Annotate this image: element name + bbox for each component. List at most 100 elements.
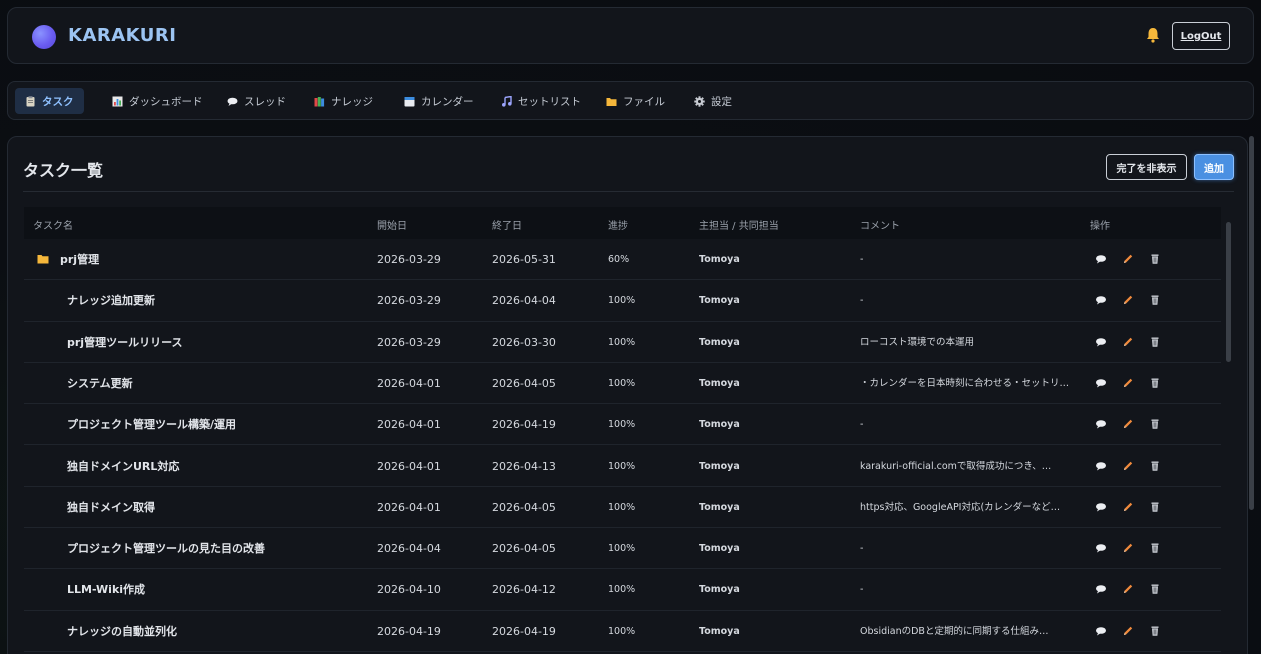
hide-completed-button[interactable]: 完了を非表示 [1106, 154, 1187, 180]
add-task-button[interactable]: 追加 [1194, 154, 1234, 180]
table-row[interactable]: 独自ドメインURL対応 2026-04-01 2026-04-13 100% Tomoy… [24, 446, 1221, 487]
delete-icon[interactable] [1149, 294, 1161, 306]
column-header-assignee[interactable]: 主担当 / 共同担当 [699, 217, 779, 232]
tab-threads[interactable]: スレッド [217, 88, 296, 114]
edit-icon[interactable] [1122, 418, 1134, 430]
task-name[interactable]: システム更新 [67, 363, 367, 404]
edit-icon[interactable] [1122, 336, 1134, 348]
delete-icon[interactable] [1149, 377, 1161, 389]
progress-value: 100% [608, 419, 636, 431]
comment-icon[interactable] [1095, 336, 1107, 348]
task-name[interactable]: LLM-Wiki作成 [67, 569, 367, 610]
table-row[interactable]: prj管理ツールリリース 2026-03-29 2026-03-30 100% Tomo… [24, 322, 1221, 363]
page-scrollbar[interactable] [1249, 136, 1254, 510]
comment: - [860, 584, 864, 596]
comment: - [860, 419, 864, 431]
tab-dashboard[interactable]: ダッシュボード [102, 88, 213, 114]
delete-icon[interactable] [1149, 583, 1161, 595]
table-row[interactable]: ナレッジの自動並列化 2026-04-19 2026-04-19 100% Tomoya… [24, 611, 1221, 652]
table-scrollbar[interactable] [1226, 222, 1231, 362]
column-header-actions: 操作 [1090, 221, 1110, 232]
calendar-icon [404, 96, 415, 106]
table-row[interactable]: ナレッジ追加更新 2026-03-29 2026-04-04 100% Tomoya - [24, 280, 1221, 322]
logout-button[interactable]: LogOut [1172, 22, 1230, 50]
task-name[interactable]: 独自ドメインURL対応 [67, 446, 367, 487]
comment: - [860, 254, 864, 265]
task-name[interactable]: prj管理 [60, 239, 360, 280]
folder-icon[interactable] [37, 254, 49, 264]
column-header-start-date[interactable]: 開始日 [377, 217, 407, 232]
table-row[interactable]: システム更新 2026-04-01 2026-04-05 100% Tomoya ・カレン… [24, 363, 1221, 405]
end-date: 2026-04-19 [492, 418, 556, 432]
comment-icon[interactable] [1095, 377, 1107, 389]
comment-icon[interactable] [1095, 501, 1107, 513]
edit-icon[interactable] [1122, 583, 1134, 595]
edit-icon[interactable] [1122, 294, 1134, 306]
delete-icon[interactable] [1149, 253, 1161, 265]
task-name[interactable]: ナレッジ追加更新 [67, 280, 367, 321]
comment-icon[interactable] [1095, 460, 1107, 472]
tab-setlist[interactable]: セットリスト [491, 88, 591, 114]
edit-icon[interactable] [1122, 377, 1134, 389]
task-panel: タスク一覧 完了を非表示 追加 タスク名 開始日 終了日 進捗 主担当 / 共同… [7, 136, 1248, 654]
start-date: 2026-04-10 [377, 583, 441, 597]
comment-icon[interactable] [1095, 542, 1107, 554]
column-header-progress[interactable]: 進捗 [608, 217, 628, 232]
delete-icon[interactable] [1149, 625, 1161, 637]
table-row[interactable]: prj管理 2026-03-29 2026-05-31 60% Tomoya - [24, 239, 1221, 281]
progress-value: 100% [608, 377, 636, 389]
tab-tasks[interactable]: タスク [15, 88, 84, 114]
edit-icon[interactable] [1122, 253, 1134, 265]
comment-icon[interactable] [1095, 418, 1107, 430]
delete-icon[interactable] [1149, 336, 1161, 348]
books-icon [314, 96, 325, 106]
assignee: Tomoya [699, 584, 740, 596]
assignee: Tomoya [699, 336, 740, 348]
logo-icon [32, 25, 56, 49]
comment-icon[interactable] [1095, 625, 1107, 637]
divider [23, 191, 1234, 192]
delete-icon[interactable] [1149, 501, 1161, 513]
tab-label: カレンダー [421, 95, 474, 108]
task-name[interactable]: 独自ドメイン取得 [67, 487, 367, 528]
comment: ObsidianのDBと定期的に同期する仕組み… [860, 625, 1049, 637]
assignee: Tomoya [699, 501, 740, 513]
bell-icon[interactable] [1144, 26, 1162, 44]
table-row[interactable]: LLM-Wiki作成 2026-04-10 2026-04-12 100% Tomoya… [24, 569, 1221, 611]
progress-value: 100% [608, 336, 636, 348]
table-row[interactable]: プロジェクト管理ツールの見た目の改善 2026-04-04 2026-04-05 10… [24, 528, 1221, 570]
tab-files[interactable]: ファイル [596, 88, 675, 114]
progress-value: 100% [608, 460, 636, 472]
delete-icon[interactable] [1149, 418, 1161, 430]
tab-calendar[interactable]: カレンダー [394, 88, 484, 114]
task-name[interactable]: プロジェクト管理ツール構築/運用 [67, 404, 367, 445]
edit-icon[interactable] [1122, 501, 1134, 513]
tab-knowledge[interactable]: ナレッジ [304, 88, 383, 114]
comment-icon[interactable] [1095, 253, 1107, 265]
task-name[interactable]: prj管理ツールリリース [67, 322, 367, 363]
comment-icon[interactable] [1095, 294, 1107, 306]
comment-icon[interactable] [1095, 583, 1107, 595]
task-name[interactable]: ナレッジの自動並列化 [67, 611, 367, 652]
folder-icon [606, 97, 617, 106]
edit-icon[interactable] [1122, 625, 1134, 637]
start-date: 2026-03-29 [377, 294, 441, 308]
delete-icon[interactable] [1149, 542, 1161, 554]
column-header-end-date[interactable]: 終了日 [492, 217, 522, 232]
edit-icon[interactable] [1122, 460, 1134, 472]
progress-value: 60% [608, 254, 630, 265]
task-table: タスク名 開始日 終了日 進捗 主担当 / 共同担当 コメント 操作 prj管理… [24, 207, 1221, 654]
column-header-comment[interactable]: コメント [860, 217, 900, 232]
tab-settings[interactable]: 設定 [684, 88, 742, 114]
edit-icon[interactable] [1122, 542, 1134, 554]
tab-label: スレッド [244, 95, 286, 108]
progress-value: 100% [608, 295, 636, 307]
task-name[interactable]: プロジェクト管理ツールの見た目の改善 [67, 528, 367, 569]
column-header-task-name[interactable]: タスク名 [33, 217, 73, 232]
delete-icon[interactable] [1149, 460, 1161, 472]
end-date: 2026-04-05 [492, 542, 556, 556]
table-header: タスク名 開始日 終了日 進捗 主担当 / 共同担当 コメント 操作 [24, 207, 1221, 239]
table-row[interactable]: 独自ドメイン取得 2026-04-01 2026-04-05 100% Tomoya ht… [24, 487, 1221, 529]
tab-label: タスク [42, 95, 74, 108]
table-row[interactable]: プロジェクト管理ツール構築/運用 2026-04-01 2026-04-19 100%… [24, 404, 1221, 446]
